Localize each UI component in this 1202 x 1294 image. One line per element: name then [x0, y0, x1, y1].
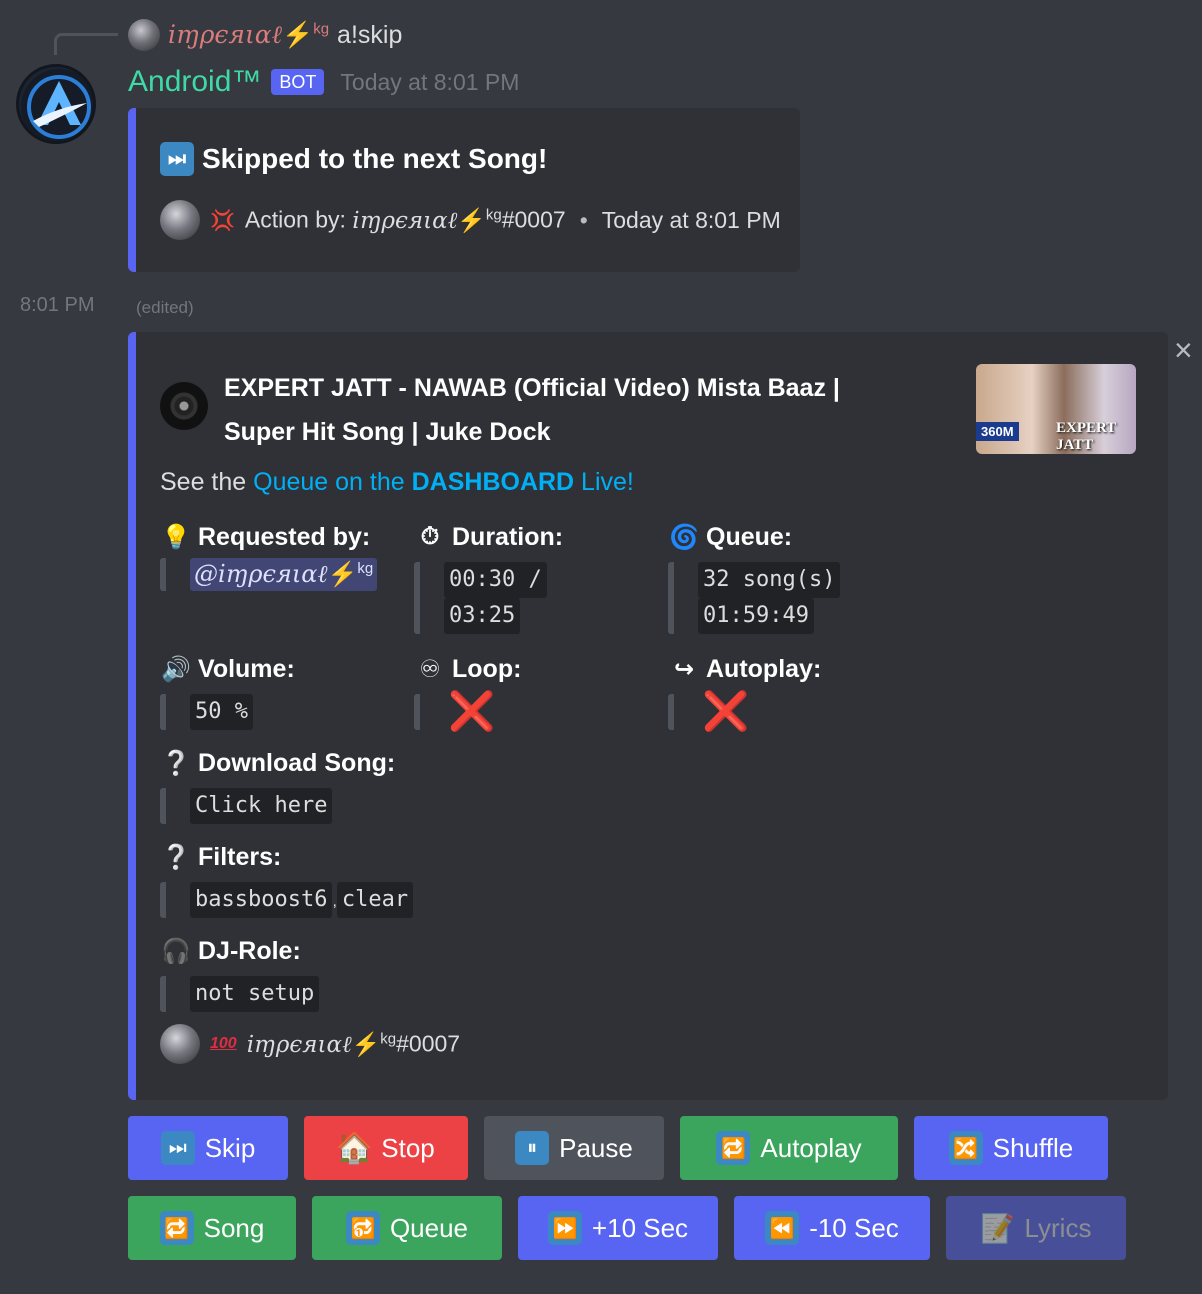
reply-username[interactable]: iɱρєяιαℓ⚡kg — [168, 20, 329, 50]
stop-button[interactable]: 🏠 Stop — [304, 1116, 468, 1180]
rewind-icon: ⏪ — [765, 1211, 800, 1245]
filter-value: bassboost6 — [190, 882, 333, 918]
message-header: Android™ BOT Today at 8:01 PM — [128, 62, 519, 102]
bot-tag: BOT — [271, 69, 325, 95]
anger-icon: 💢 — [210, 209, 235, 232]
field-loop: ♾ Loop: ❌ — [414, 652, 521, 733]
field-duration: ⏱ Duration: 00:30 / 03:25 — [414, 520, 563, 634]
hundred-points-icon: 100 — [210, 1035, 237, 1052]
repeat-icon: 🔁 — [716, 1131, 751, 1165]
thumbnail-caption: EXPERT JATT — [1056, 420, 1117, 453]
next-track-icon: ⏭ — [160, 1131, 195, 1165]
question-icon: ❔ — [161, 843, 191, 871]
embed-footer: 💢 Action by: iɱρєяιαℓ⚡kg#0007 • Today at… — [160, 200, 781, 240]
now-playing-embed: EXPERT JATT - NAWAB (Official Video) Mis… — [128, 332, 1168, 1100]
song-title[interactable]: EXPERT JATT - NAWAB (Official Video) Mis… — [224, 366, 904, 454]
bolt-icon: ⚡ — [351, 1031, 381, 1058]
redirect-arrow-icon: ↪ — [673, 655, 695, 683]
song-loop-button[interactable]: 🔁 Song — [128, 1196, 296, 1260]
stopwatch-icon: ⏱ — [420, 523, 440, 550]
footer-time: Today at 8:01 PM — [601, 206, 781, 233]
pause-button[interactable]: ⏸ Pause — [484, 1116, 664, 1180]
volume-value: 50 % — [190, 694, 253, 730]
duration-total: 03:25 — [444, 598, 521, 634]
side-timestamp[interactable]: 8:01 PM — [20, 294, 94, 317]
repeat-one-icon: 🔂 — [345, 1211, 380, 1245]
memo-icon: 📝 — [980, 1212, 1015, 1244]
skip-embed: ⏭ Skipped to the next Song! 💢 Action by:… — [128, 108, 800, 272]
embed-title: ⏭ Skipped to the next Song! — [160, 142, 547, 176]
views-badge: 360M — [976, 422, 1019, 441]
cross-mark-icon: ❌ — [702, 691, 750, 733]
shuffle-icon: 🔀 — [948, 1131, 983, 1165]
bolt-icon: ⚡ — [327, 560, 358, 588]
infinity-icon: ♾ — [419, 655, 441, 683]
field-filters: ❔ Filters: bassboost6, clear — [160, 840, 414, 918]
filter-value: clear — [336, 882, 414, 918]
user-mention[interactable]: @iɱρєяιαℓ⚡kg — [190, 558, 378, 591]
edited-label[interactable]: (edited) — [136, 298, 194, 318]
question-icon: ❔ — [161, 749, 191, 777]
forward-10-button[interactable]: ⏩ +10 Sec — [518, 1196, 718, 1260]
field-dj-role: 🎧 DJ-Role: not setup — [160, 934, 320, 1012]
cyclone-icon: 🌀 — [669, 523, 699, 551]
field-volume: 🔊 Volume: 50 % — [160, 652, 295, 730]
bolt-icon: ⚡ — [457, 207, 486, 234]
reply-avatar[interactable] — [128, 19, 160, 51]
embed-title-text: Skipped to the next Song! — [202, 143, 548, 174]
footer-text: Action by: iɱρєяιαℓ⚡kg#0007 — [244, 206, 566, 234]
reply-preview[interactable]: iɱρєяιαℓ⚡kg a!skip — [128, 18, 402, 52]
cross-mark-icon: ❌ — [448, 691, 496, 733]
footer-avatar — [160, 200, 200, 240]
queue-loop-button[interactable]: 🔂 Queue — [312, 1196, 502, 1260]
field-download-song: ❔ Download Song: Click here — [160, 746, 395, 824]
fast-forward-icon: ⏩ — [547, 1211, 582, 1245]
repeat-icon: 🔁 — [159, 1211, 194, 1245]
bolt-icon: ⚡ — [282, 20, 314, 49]
reply-command: a!skip — [337, 20, 403, 49]
embed-footer: 100 iɱρєяιαℓ⚡kg#0007 — [160, 1024, 460, 1064]
field-queue: 🌀 Queue: 32 song(s) 01:59:49 — [668, 520, 841, 634]
duration-value: 00:30 / — [444, 562, 547, 598]
house-icon: 🏠 — [335, 1131, 373, 1165]
rewind-10-button[interactable]: ⏪ -10 Sec — [734, 1196, 930, 1260]
footer-user: iɱρєяιαℓ⚡kg#0007 — [246, 1030, 461, 1058]
vinyl-record-icon — [160, 382, 208, 430]
queue-duration: 01:59:49 — [698, 598, 814, 634]
shuffle-button[interactable]: 🔀 Shuffle — [914, 1116, 1108, 1180]
download-link[interactable]: Click here — [190, 788, 333, 824]
autoplay-button[interactable]: 🔁 Autoplay — [680, 1116, 898, 1180]
reply-connector — [54, 33, 118, 55]
next-track-icon: ⏭ — [160, 142, 194, 176]
message-timestamp[interactable]: Today at 8:01 PM — [340, 69, 519, 96]
dj-role-value: not setup — [190, 976, 320, 1012]
lyrics-button[interactable]: 📝 Lyrics — [946, 1196, 1126, 1260]
song-thumbnail[interactable]: 360M EXPERT JATT — [976, 364, 1136, 454]
field-autoplay: ↪ Autoplay: ❌ — [668, 652, 821, 733]
skip-button[interactable]: ⏭ Skip — [128, 1116, 288, 1180]
lightbulb-icon: 💡 — [161, 523, 191, 551]
embed-description: See the Queue on the DASHBOARD Live! — [160, 468, 634, 496]
bot-avatar[interactable] — [16, 64, 96, 144]
close-icon[interactable]: × — [1174, 334, 1193, 366]
pause-icon: ⏸ — [515, 1131, 550, 1165]
bot-username[interactable]: Android™ — [128, 65, 261, 99]
dashboard-link[interactable]: Queue on the DASHBOARD Live! — [253, 468, 634, 496]
footer-avatar — [160, 1024, 200, 1064]
footer-separator: • — [579, 206, 588, 233]
android-logo-icon — [21, 69, 93, 141]
field-requested-by: 💡 Requested by: @iɱρєяιαℓ⚡kg — [160, 520, 378, 591]
headphones-icon: 🎧 — [161, 937, 191, 965]
queue-count: 32 song(s) — [698, 562, 841, 598]
speaker-icon: 🔊 — [161, 655, 191, 683]
